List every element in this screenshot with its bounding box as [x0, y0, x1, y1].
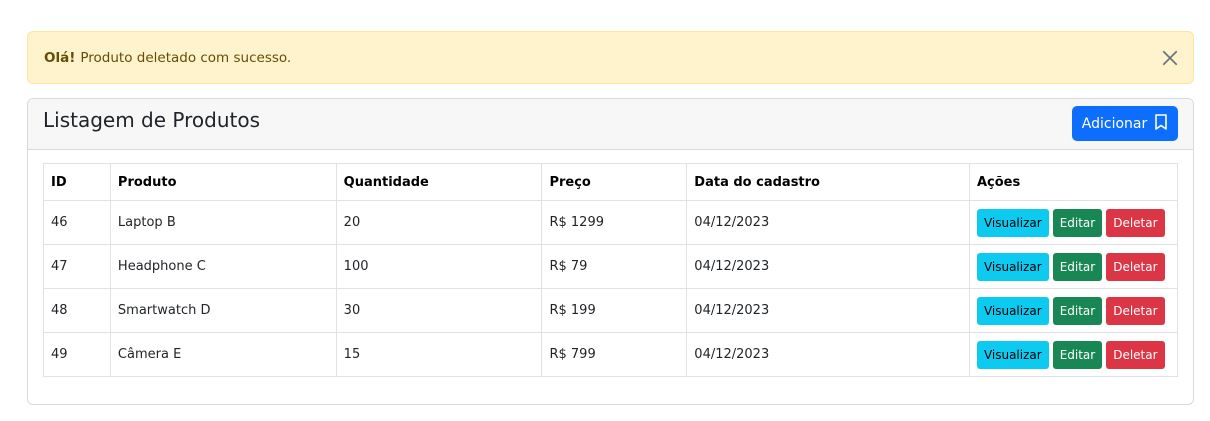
header-preco: Preço [541, 163, 688, 201]
products-card: Listagem de Produtos Adicionar ID Produt… [27, 98, 1194, 405]
cell-id: 49 [43, 332, 111, 377]
cell-quantidade: 30 [335, 288, 543, 333]
cell-data: 04/12/2023 [686, 244, 970, 289]
edit-button[interactable]: Editar [1052, 296, 1103, 325]
delete-button[interactable]: Deletar [1106, 340, 1165, 369]
cell-id: 46 [43, 200, 111, 245]
page-title: Listagem de Produtos [43, 108, 261, 132]
header-id: ID [43, 163, 111, 201]
cell-preco: R$ 1299 [541, 200, 688, 245]
table-row: 48 Smartwatch D 30 R$ 199 04/12/2023 Vis… [43, 288, 1179, 333]
cell-data: 04/12/2023 [686, 332, 970, 377]
cell-acoes: Visualizar Editar Deletar [968, 332, 1179, 377]
add-button-label: Adicionar [1081, 115, 1148, 132]
cell-quantidade: 15 [335, 332, 543, 377]
card-header: Listagem de Produtos Adicionar [28, 99, 1193, 150]
bookmark-icon [1154, 113, 1168, 134]
view-button[interactable]: Visualizar [976, 208, 1049, 237]
cell-preco: R$ 799 [541, 332, 688, 377]
view-button[interactable]: Visualizar [976, 296, 1049, 325]
table-row: 49 Câmera E 15 R$ 799 04/12/2023 Visuali… [43, 332, 1179, 377]
cell-acoes: Visualizar Editar Deletar [968, 288, 1179, 333]
table-row: 46 Laptop B 20 R$ 1299 04/12/2023 Visual… [43, 200, 1179, 245]
delete-button[interactable]: Deletar [1106, 252, 1165, 281]
close-icon[interactable] [1161, 49, 1179, 67]
cell-id: 48 [43, 288, 111, 333]
cell-data: 04/12/2023 [686, 200, 970, 245]
cell-preco: R$ 199 [541, 288, 688, 333]
header-quantidade: Quantidade [335, 163, 543, 201]
cell-id: 47 [43, 244, 111, 289]
cell-quantidade: 100 [335, 244, 543, 289]
header-acoes: Ações [968, 163, 1179, 201]
header-produto: Produto [109, 163, 337, 201]
cell-produto: Laptop B [109, 200, 337, 245]
cell-produto: Câmera E [109, 332, 337, 377]
view-button[interactable]: Visualizar [976, 252, 1049, 281]
alert-message: Produto deletado com sucesso. [80, 49, 292, 66]
cell-produto: Headphone C [109, 244, 337, 289]
cell-acoes: Visualizar Editar Deletar [968, 200, 1179, 245]
delete-button[interactable]: Deletar [1106, 208, 1165, 237]
cell-preco: R$ 79 [541, 244, 688, 289]
cell-acoes: Visualizar Editar Deletar [968, 244, 1179, 289]
edit-button[interactable]: Editar [1052, 340, 1103, 369]
cell-data: 04/12/2023 [686, 288, 970, 333]
alert-strong: Olá! [44, 49, 76, 66]
cell-produto: Smartwatch D [109, 288, 337, 333]
edit-button[interactable]: Editar [1052, 252, 1103, 281]
header-data: Data do cadastro [686, 163, 970, 201]
view-button[interactable]: Visualizar [976, 340, 1049, 369]
products-table: ID Produto Quantidade Preço Data do cada… [43, 163, 1179, 377]
table-header-row: ID Produto Quantidade Preço Data do cada… [43, 163, 1179, 201]
delete-button[interactable]: Deletar [1106, 296, 1165, 325]
add-button[interactable]: Adicionar [1072, 106, 1178, 141]
alert-warning: Olá! Produto deletado com sucesso. [27, 31, 1194, 84]
edit-button[interactable]: Editar [1052, 208, 1103, 237]
cell-quantidade: 20 [335, 200, 543, 245]
table-row: 47 Headphone C 100 R$ 79 04/12/2023 Visu… [43, 244, 1179, 289]
